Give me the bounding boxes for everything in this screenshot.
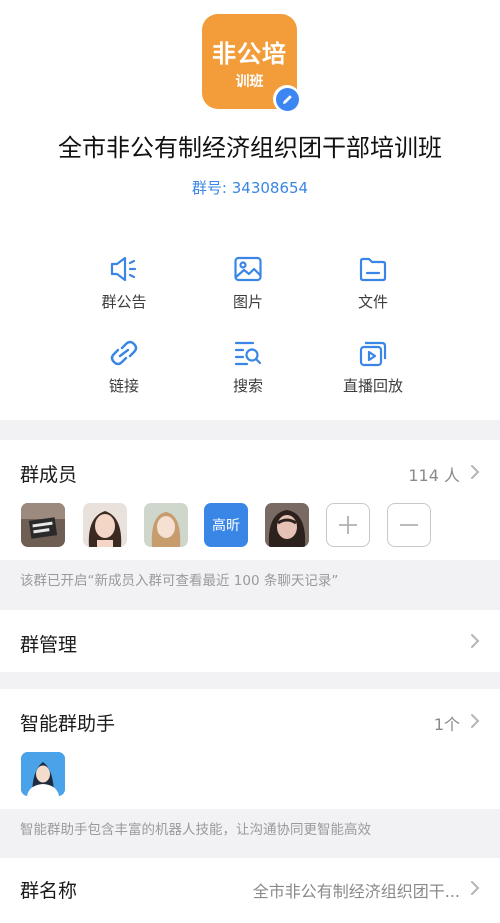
assistant-avatar[interactable]	[21, 752, 65, 796]
assistant-title[interactable]: 智能群助手	[20, 709, 115, 736]
links-button[interactable]: 链接	[69, 339, 179, 396]
live-playback-button[interactable]: 直播回放	[318, 339, 428, 396]
megaphone-icon	[110, 256, 137, 282]
group-name-title[interactable]: 群名称	[20, 876, 77, 903]
assistant-count[interactable]: 1个	[434, 711, 460, 735]
group-avatar-text: 非公培	[212, 40, 287, 68]
member-avatar[interactable]	[144, 503, 188, 547]
management-title[interactable]: 群管理	[20, 630, 77, 657]
member-avatar-text[interactable]: 高昕	[204, 503, 248, 547]
files-label: 文件	[357, 293, 388, 311]
live-playback-label: 直播回放	[342, 377, 403, 395]
search-button[interactable]: 搜索	[193, 339, 303, 396]
member-avatar[interactable]	[265, 503, 309, 547]
edit-avatar-button[interactable]	[273, 85, 301, 113]
group-header: 非公培 训班 全市非公有制经济组织团干部培训班 群号: 34308654 群公告…	[0, 0, 500, 420]
announcement-label: 群公告	[101, 293, 147, 311]
chevron-right-icon[interactable]	[470, 880, 480, 896]
add-member-button[interactable]	[326, 503, 370, 547]
chevron-right-icon[interactable]	[470, 713, 480, 729]
pencil-icon	[282, 94, 292, 104]
group-name-value[interactable]: 全市非公有制经济组织团干...	[253, 878, 460, 902]
remove-member-button[interactable]	[387, 503, 431, 547]
member-avatar[interactable]	[21, 503, 65, 547]
group-number[interactable]: 群号: 34308654	[0, 177, 500, 198]
files-button[interactable]: 文件	[318, 255, 428, 312]
images-button[interactable]: 图片	[193, 255, 303, 312]
announcement-button[interactable]: 群公告	[69, 255, 179, 312]
images-label: 图片	[232, 293, 263, 311]
search-list-icon	[234, 341, 262, 366]
link-icon	[110, 340, 138, 366]
members-count[interactable]: 114 人	[408, 462, 460, 486]
image-icon	[234, 256, 262, 282]
group-name[interactable]: 全市非公有制经济组织团干部培训班	[0, 128, 500, 163]
links-label: 链接	[108, 377, 139, 395]
member-avatar[interactable]	[83, 503, 127, 547]
history-notice: 该群已开启“新成员入群可查看最近 100 条聊天记录”	[20, 573, 339, 589]
folder-icon	[359, 257, 387, 282]
chevron-right-icon[interactable]	[470, 633, 480, 649]
members-title[interactable]: 群成员	[20, 460, 77, 487]
assistant-section	[0, 689, 500, 809]
plus-icon	[339, 516, 357, 534]
assistant-description: 智能群助手包含丰富的机器人技能，让沟通协同更智能高效	[20, 822, 371, 838]
search-label: 搜索	[232, 377, 263, 395]
video-playback-icon	[359, 341, 387, 367]
minus-icon	[400, 524, 418, 526]
chevron-right-icon[interactable]	[470, 464, 480, 480]
